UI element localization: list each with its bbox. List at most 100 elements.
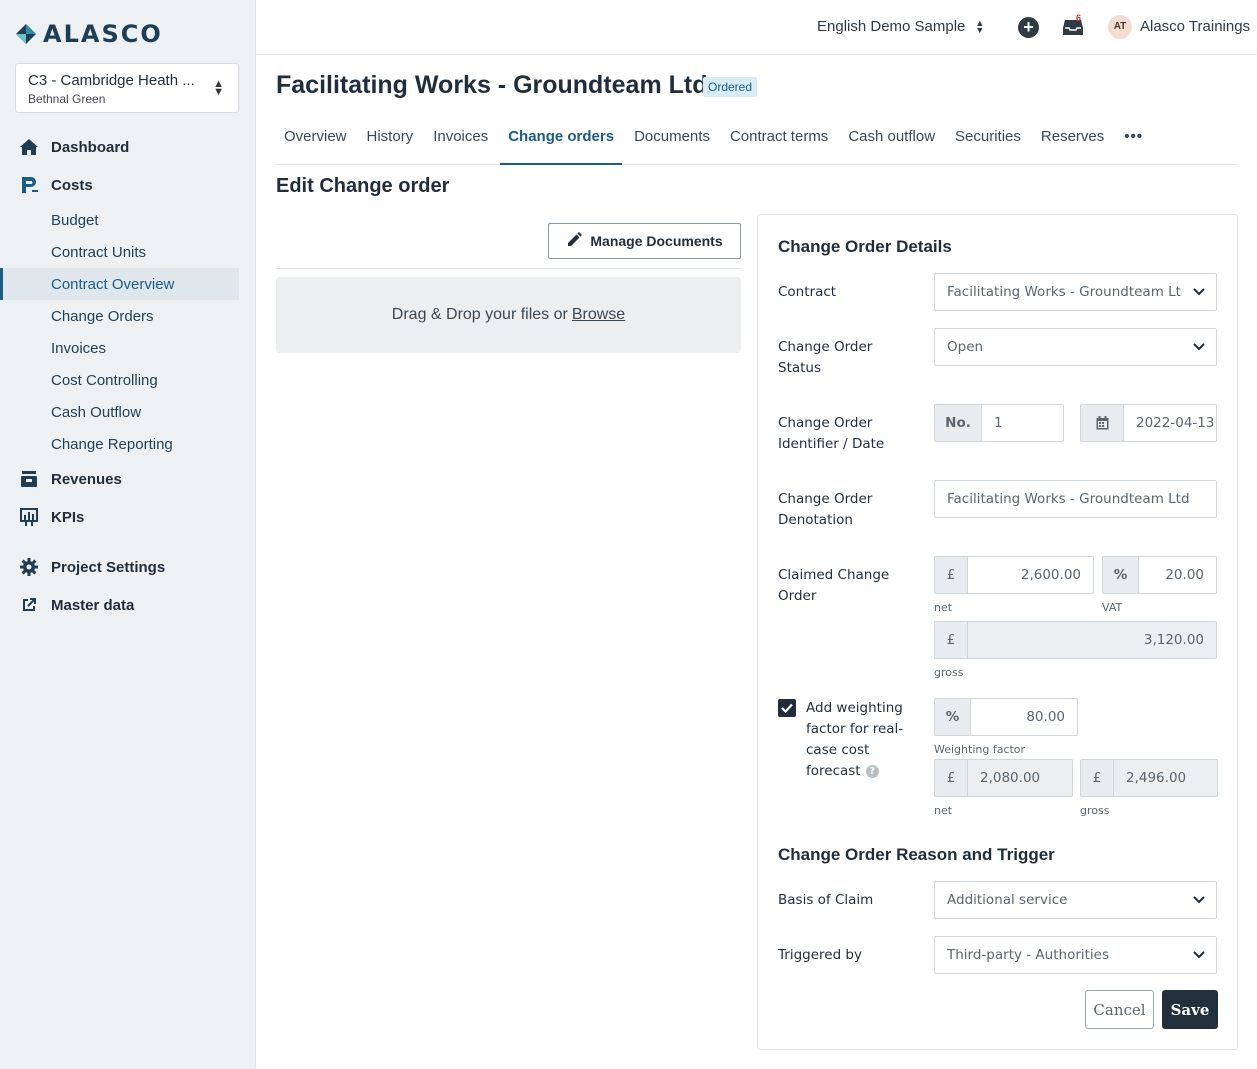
sidebar-item-change-reporting[interactable]: Change Reporting <box>0 428 239 460</box>
currency-prefix: £ <box>935 760 968 796</box>
manage-documents-label: Manage Documents <box>590 233 723 249</box>
denotation-label: Change Order Denotation <box>778 489 872 531</box>
sidebar-item-cash-outflow[interactable]: Cash Outflow <box>0 396 239 428</box>
nav-master-data[interactable]: Master data <box>0 586 256 624</box>
details-title: Change Order Details <box>778 237 952 256</box>
weighting-factor-input[interactable]: % 80.00 <box>934 698 1078 736</box>
claimed-label: Claimed Change Order <box>778 565 889 607</box>
tab-history[interactable]: History <box>359 112 422 165</box>
basis-value: Additional service <box>947 892 1068 908</box>
denotation-input[interactable]: Facilitating Works - Groundteam Ltd <box>934 480 1217 518</box>
nav-project-settings-label: Project Settings <box>51 558 166 576</box>
vat-value: 20.00 <box>1165 567 1204 583</box>
claimed-net-input[interactable]: £ 2,600.00 <box>934 556 1094 594</box>
user-name[interactable]: Alasco Trainings <box>1140 18 1250 35</box>
updown-caret-icon: ▲ ▼ <box>975 17 985 35</box>
kpi-chart-icon <box>18 506 40 528</box>
cancel-button[interactable]: Cancel <box>1085 990 1154 1029</box>
nav-costs[interactable]: Costs <box>0 166 256 204</box>
claimed-label-line: Claimed Change <box>778 567 890 583</box>
tab-cash-outflow[interactable]: Cash outflow <box>840 112 943 165</box>
weighted-gross-value: 2,496.00 <box>1126 770 1187 786</box>
vat-input[interactable]: % 20.00 <box>1102 556 1217 594</box>
main-nav: Dashboard Costs Budget Contract Units Co… <box>0 128 256 624</box>
file-dropzone[interactable]: Drag & Drop your files or Browse <box>276 277 741 353</box>
add-icon[interactable]: + <box>1018 17 1039 38</box>
top-bar: English Demo Sample ▲ ▼ + 6 AT Alasco Tra… <box>256 0 1257 55</box>
sidebar-item-invoices[interactable]: Invoices <box>0 332 239 364</box>
logo[interactable]: ALASCO <box>15 20 163 48</box>
weighting-label-line: Add weighting <box>806 700 903 716</box>
sidebar-item-contract-units[interactable]: Contract Units <box>0 236 239 268</box>
alasco-logo-icon <box>15 23 37 45</box>
chevron-down-icon <box>1182 343 1216 351</box>
nav-dashboard-label: Dashboard <box>51 138 130 156</box>
tab-invoices[interactable]: Invoices <box>425 112 496 165</box>
page-title: Facilitating Works - Groundteam Ltd <box>276 71 708 99</box>
trigger-value: Third-party - Authorities <box>947 947 1110 963</box>
reason-title: Change Order Reason and Trigger <box>778 845 1055 864</box>
revenues-icon <box>18 468 40 490</box>
sidebar-item-change-orders[interactable]: Change Orders <box>0 300 239 332</box>
pencil-icon <box>566 231 583 251</box>
nav-revenues[interactable]: Revenues <box>0 460 256 498</box>
denotation-value: Facilitating Works - Groundteam Ltd <box>947 491 1190 507</box>
denotation-label-line: Change Order <box>778 491 873 507</box>
nav-dashboard[interactable]: Dashboard <box>0 128 256 166</box>
weighted-net-value: 2,080.00 <box>980 770 1041 786</box>
tab-securities[interactable]: Securities <box>947 112 1029 165</box>
weighting-label-line: forecast? <box>806 761 903 782</box>
status-value: Open <box>947 339 984 355</box>
trigger-label: Triggered by <box>778 947 862 963</box>
contract-label: Contract <box>778 284 837 300</box>
tab-documents[interactable]: Documents <box>626 112 718 165</box>
avatar[interactable]: AT <box>1108 15 1132 39</box>
help-icon[interactable]: ? <box>865 764 879 778</box>
notification-count: 6 <box>1076 13 1082 23</box>
environment-label: English Demo Sample <box>817 18 966 35</box>
net-hint: net <box>934 601 953 614</box>
weighting-label-line: factor for real- <box>806 721 904 737</box>
no-prefix: No. <box>935 405 982 441</box>
nav-project-settings[interactable]: Project Settings <box>0 548 256 586</box>
weighted-gross-input: £ 2,496.00 <box>1080 759 1218 797</box>
calendar-icon <box>1081 405 1124 441</box>
sidebar-item-contract-overview[interactable]: Contract Overview <box>0 268 239 300</box>
claimed-gross-input: £ 3,120.00 <box>934 621 1217 659</box>
trigger-select[interactable]: Third-party - Authorities <box>934 936 1217 974</box>
status-select[interactable]: Open <box>934 328 1217 366</box>
weighting-label-text: forecast <box>806 763 861 779</box>
chevron-down-icon <box>1182 896 1216 904</box>
identifier-label-line: Identifier / Date <box>778 436 885 452</box>
tab-contract-terms[interactable]: Contract terms <box>722 112 836 165</box>
nav-kpis[interactable]: KPIs <box>0 498 256 536</box>
date-input[interactable]: 2022-04-13 <box>1080 404 1217 442</box>
sidebar-item-budget[interactable]: Budget <box>0 204 239 236</box>
percent-prefix: % <box>935 699 971 735</box>
identifier-input[interactable]: No. 1 <box>934 404 1064 442</box>
updown-caret-icon: ▲ ▼ <box>213 78 224 98</box>
tab-overview[interactable]: Overview <box>276 112 355 165</box>
costs-icon <box>18 174 40 196</box>
project-selector[interactable]: C3 - Cambridge Heath ... Bethnal Green ▲… <box>15 63 239 113</box>
identifier-label-line: Change Order <box>778 415 873 431</box>
basis-select[interactable]: Additional service <box>934 881 1217 919</box>
change-order-form: Change Order Details Contract Facilitati… <box>757 214 1238 1050</box>
save-button[interactable]: Save <box>1162 990 1218 1029</box>
project-location: Bethnal Green <box>28 92 106 106</box>
weighting-label-line: case cost <box>806 742 870 758</box>
weighting-checkbox[interactable] <box>778 699 796 717</box>
manage-documents-button[interactable]: Manage Documents <box>548 223 741 259</box>
contract-value: Facilitating Works - Groundteam Ltd <box>947 284 1182 300</box>
tab-change-orders[interactable]: Change orders <box>500 112 623 165</box>
more-tabs-icon[interactable]: ••• <box>1116 112 1151 165</box>
environment-selector[interactable]: English Demo Sample ▲ ▼ <box>817 18 984 35</box>
sidebar: ALASCO C3 - Cambridge Heath ... Bethnal … <box>0 0 256 1069</box>
weighting-factor-value: 80.00 <box>1026 709 1065 725</box>
browse-link[interactable]: Browse <box>572 306 625 324</box>
sidebar-item-cost-controlling[interactable]: Cost Controlling <box>0 364 239 396</box>
contract-select[interactable]: Facilitating Works - Groundteam Ltd <box>934 273 1217 311</box>
claimed-label-line: Order <box>778 588 817 604</box>
basis-label: Basis of Claim <box>778 892 874 908</box>
tab-reserves[interactable]: Reserves <box>1033 112 1112 165</box>
